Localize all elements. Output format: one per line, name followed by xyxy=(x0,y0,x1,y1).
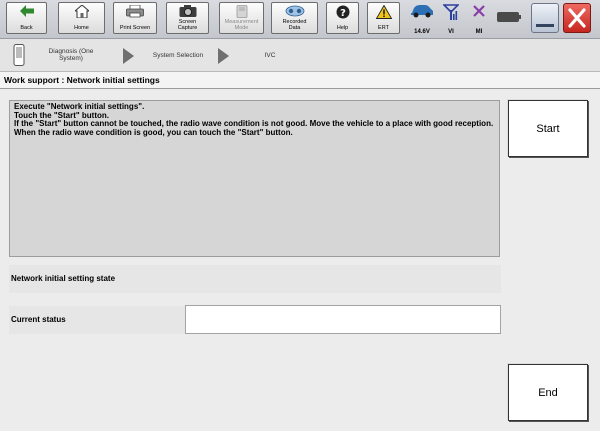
current-status-value xyxy=(185,305,501,334)
signal-strength-icon xyxy=(442,4,460,22)
minimize-button[interactable] xyxy=(531,3,559,33)
battery-voltage-status: 14.6V xyxy=(407,3,437,37)
page-title: Work support : Network initial settings xyxy=(0,72,600,89)
print-screen-button[interactable]: Print Screen xyxy=(113,2,157,34)
network-state-value xyxy=(185,265,501,293)
ert-button[interactable]: ERT xyxy=(367,2,400,34)
printer-icon xyxy=(126,4,144,20)
toolbar: Back Home Print Screen Screen Capture Me… xyxy=(0,0,600,39)
battery-indicator xyxy=(496,3,522,37)
breadcrumb-item-system-selection[interactable]: System Selection xyxy=(142,52,214,59)
recorded-data-icon xyxy=(285,5,305,19)
back-arrow-icon xyxy=(19,5,34,19)
screen-capture-button[interactable]: Screen Capture xyxy=(166,2,209,34)
camera-icon xyxy=(179,5,197,19)
vi-signal-status: VI xyxy=(440,3,462,37)
breadcrumb-arrow-icon xyxy=(218,48,229,64)
close-icon xyxy=(568,8,586,33)
svg-text:?: ? xyxy=(340,8,346,19)
breadcrumb: Diagnosis (One System) System Selection … xyxy=(0,39,600,72)
help-button[interactable]: ? Help xyxy=(326,2,359,34)
mi-status: MI xyxy=(468,3,490,37)
recorded-data-button[interactable]: Recorded Data xyxy=(271,2,318,34)
breadcrumb-item-diagnosis[interactable]: Diagnosis (One System) xyxy=(32,48,110,62)
battery-icon xyxy=(497,12,521,24)
instruction-line: When the radio wave condition is good, y… xyxy=(14,127,293,137)
breadcrumb-item-ivc: IVC xyxy=(264,52,276,59)
start-button[interactable]: Start xyxy=(508,100,588,157)
current-status-label: Current status xyxy=(9,306,185,334)
measurement-meter-icon xyxy=(236,5,248,20)
help-question-icon: ? xyxy=(336,5,350,21)
close-button[interactable] xyxy=(563,3,591,33)
mi-disconnected-icon xyxy=(472,4,486,20)
breadcrumb-device-icon xyxy=(13,44,25,71)
car-icon xyxy=(410,4,434,20)
minimize-icon xyxy=(536,24,554,27)
home-icon xyxy=(73,4,90,20)
warning-triangle-icon xyxy=(375,4,392,21)
home-button[interactable]: Home xyxy=(58,2,105,34)
end-button[interactable]: End xyxy=(508,364,588,421)
measurement-mode-button[interactable]: Measurement Mode xyxy=(219,2,264,34)
breadcrumb-arrow-icon xyxy=(123,48,134,64)
back-button[interactable]: Back xyxy=(6,2,47,34)
instructions-box: Execute "Network initial settings". Touc… xyxy=(9,100,500,257)
network-state-label: Network initial setting state xyxy=(9,265,185,293)
